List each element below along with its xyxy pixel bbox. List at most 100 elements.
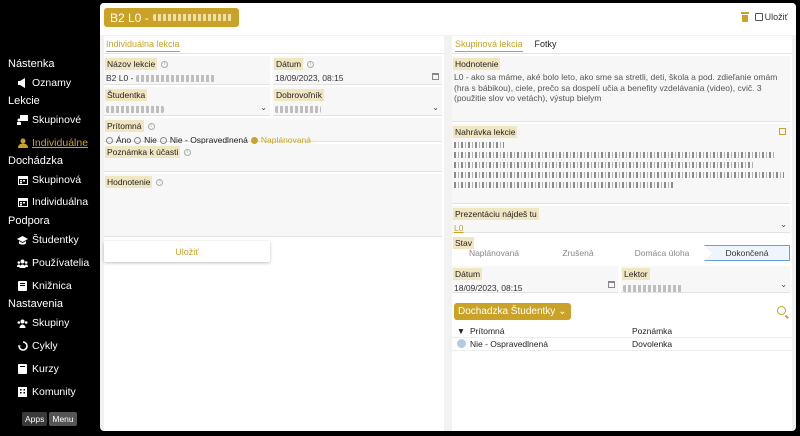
sidebar: Nástenka Oznamy Lekcie Skupinové Individ… <box>0 0 98 436</box>
info-icon: i <box>161 61 169 69</box>
step-dokoncena[interactable]: Dokončená <box>704 245 790 261</box>
tab-individualna-lekcia[interactable]: Individuálna lekcia <box>106 39 180 52</box>
datum-value: 18/09/2023, 08:15 <box>454 283 523 293</box>
sidebar-item-label: Oznamy <box>32 77 72 89</box>
calendar-icon[interactable] <box>608 281 615 288</box>
sidebar-item-label: Kurzy <box>32 363 59 375</box>
lektor-select[interactable]: Lektor ⌄ <box>621 266 790 293</box>
header-save-button[interactable]: Uložiť <box>754 12 788 22</box>
save-button[interactable]: Uložiť <box>104 241 270 262</box>
sidebar-item-label: Používatelia <box>32 257 90 269</box>
column-header-pritomna[interactable]: Prítomná <box>470 326 632 336</box>
nazov-lekcie-field[interactable]: Názov lekcie i B2 L0 - <box>104 56 270 85</box>
calendar-icon[interactable] <box>432 73 439 80</box>
sidebar-item-cykly[interactable]: Cykly <box>17 340 58 352</box>
sidebar-item-individualne[interactable]: Individuálne <box>17 137 88 149</box>
datum-value: 18/09/2023, 08:15 <box>275 73 344 83</box>
step-domaca-uloha[interactable]: Domáca úloha <box>620 245 704 261</box>
hodnotenie-label: Hodnotenie <box>453 58 501 70</box>
header-actions: Uložiť <box>740 12 788 22</box>
nazov-lekcie-value: B2 L0 - <box>106 73 134 83</box>
studentka-label: Študentka <box>105 89 148 101</box>
prezentacia-value[interactable]: L0 <box>452 220 790 233</box>
info-icon: i <box>307 61 315 69</box>
book-icon <box>17 364 28 375</box>
redacted-name <box>152 14 233 21</box>
external-link-icon[interactable] <box>779 128 786 135</box>
lektor-label: Lektor <box>622 268 650 280</box>
prezentacia-select[interactable]: Prezentáciu nájdeš tu L0 ⌄ <box>452 206 790 233</box>
sidebar-switcher: Apps Menu <box>22 412 77 426</box>
prezentacia-label: Prezentáciu nájdeš tu <box>453 208 539 220</box>
page-title: B2 L0 - <box>104 8 239 27</box>
sidebar-item-label: Cykly <box>32 340 58 352</box>
sidebar-item-label: Individuálna <box>32 196 89 208</box>
sidebar-item-skupinove[interactable]: Skupinové <box>17 114 81 126</box>
info-icon: i <box>184 149 192 157</box>
dochadzka-dropdown[interactable]: Dochadzka Študentky ⌄ <box>454 303 571 320</box>
step-zrusena[interactable]: Zrušená <box>536 245 620 261</box>
sidebar-item-label: Skupinová <box>32 174 82 186</box>
chevron-down-icon[interactable]: ⌄ <box>432 103 439 112</box>
poznamka-field[interactable]: Poznámka k účasti i <box>104 144 442 172</box>
chevron-down-icon[interactable]: ⌄ <box>780 280 787 289</box>
column-header-poznamka[interactable]: Poznámka <box>632 326 792 336</box>
dobrovolnik-select[interactable]: Dobrovoľník ⌄ <box>273 87 442 116</box>
info-icon: i <box>156 179 164 187</box>
sidebar-item-skupiny[interactable]: Skupiny <box>17 317 69 329</box>
radio-nie-ospravedlnena[interactable] <box>159 136 167 144</box>
table-header: ▼ Prítomná Poznámka <box>452 324 792 337</box>
sidebar-item-komunity[interactable]: Komunity <box>17 386 76 398</box>
sidebar-item-kurzy[interactable]: Kurzy <box>17 363 59 375</box>
radio-ano[interactable] <box>106 136 113 144</box>
chevron-down-icon[interactable]: ⌄ <box>780 220 787 229</box>
stav-stepper: Naplánovaná Zrušená Domáca úloha Dokonče… <box>452 245 790 261</box>
sidebar-item-label: Komunity <box>32 386 76 398</box>
header: B2 L0 - Uložiť <box>100 3 796 35</box>
step-naplanovana[interactable]: Naplánovaná <box>452 245 536 261</box>
chalkboard-icon <box>17 115 28 126</box>
sidebar-item-oznamy[interactable]: Oznamy <box>17 77 71 89</box>
menu-button[interactable]: Menu <box>49 412 77 426</box>
hodnotenie-label: Hodnotenie <box>105 176 153 188</box>
pritomna-field: Prítomná i Áno Nie Nie - Ospravedlnená Na… <box>104 118 442 145</box>
sidebar-item-kniznica[interactable]: Knižnica <box>17 280 72 292</box>
table-row[interactable]: Nie - Ospravedlnená Dovolenka <box>452 337 792 351</box>
sidebar-item-dochadzka-skupinova[interactable]: Skupinová <box>17 174 81 186</box>
info-icon: i <box>147 123 155 131</box>
radio-nie[interactable] <box>134 136 142 144</box>
sidebar-item-label: Študentky <box>32 234 79 246</box>
trash-icon[interactable] <box>740 12 749 22</box>
redacted-text <box>275 106 321 114</box>
datum-label: Dátum <box>274 58 304 70</box>
hodnotenie-text: L0 - ako sa máme, aké bolo leto, ako sme… <box>454 72 778 103</box>
nahravka-field: Nahrávka lekcie <box>452 124 790 204</box>
redacted-line <box>454 162 754 168</box>
cell-pritomna: Nie - Ospravedlnená <box>470 339 548 349</box>
search-icon[interactable] <box>777 306 786 315</box>
right-tabs: Skupinová lekcia Fotky <box>455 39 557 52</box>
chevron-down-icon[interactable]: ⌄ <box>260 103 267 112</box>
calendar-icon <box>17 197 28 208</box>
sidebar-item-label: Individuálne <box>32 137 89 149</box>
poznamka-label: Poznámka k účasti <box>105 146 181 158</box>
datum-field-right[interactable]: Dátum 18/09/2023, 08:15 <box>452 266 618 293</box>
sidebar-item-dochadzka-individualna[interactable]: Individuálna <box>17 196 88 208</box>
left-tabs: Individuálna lekcia <box>106 39 180 52</box>
section-lekcie: Lekcie <box>8 95 40 107</box>
cycle-icon <box>17 341 28 352</box>
sort-indicator[interactable]: ▼ <box>452 326 470 336</box>
users-icon <box>17 258 28 269</box>
apps-button[interactable]: Apps <box>22 412 48 426</box>
redacted-line <box>454 142 504 148</box>
sidebar-item-pouzivatelia[interactable]: Používatelia <box>17 257 89 269</box>
hodnotenie-field[interactable]: Hodnotenie i <box>104 174 442 237</box>
sidebar-item-label: Skupiny <box>32 317 70 329</box>
studentka-select[interactable]: Študentka ⌄ <box>104 87 270 116</box>
tab-skupinova-lekcia[interactable]: Skupinová lekcia <box>455 39 523 52</box>
datum-field[interactable]: Dátum i 18/09/2023, 08:15 <box>273 56 442 85</box>
sidebar-item-studentky[interactable]: Študentky <box>17 234 79 246</box>
tab-fotky[interactable]: Fotky <box>535 39 557 52</box>
user-icon <box>17 138 28 149</box>
radio-naplanovana[interactable] <box>250 136 258 144</box>
